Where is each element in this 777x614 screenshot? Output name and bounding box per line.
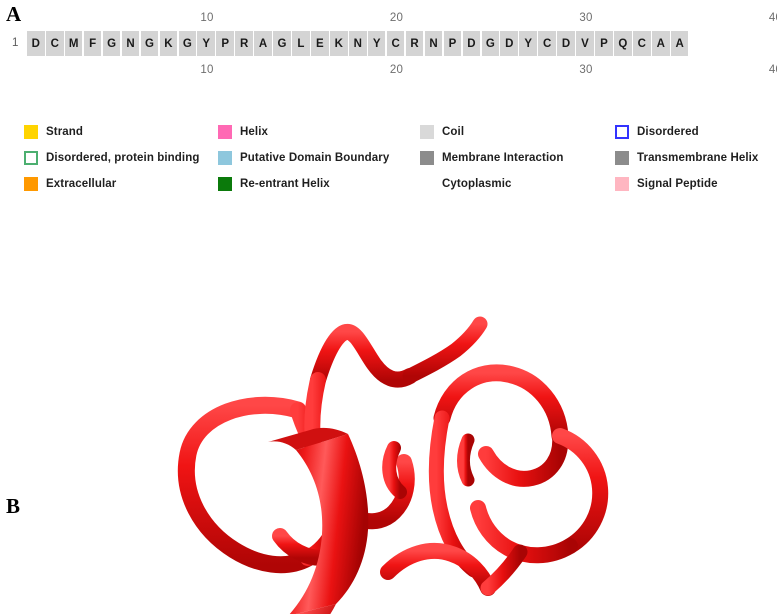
protein-ribbon-structure bbox=[177, 316, 609, 614]
ruler-tick-label: 10 bbox=[200, 64, 214, 76]
residue-cell[interactable]: N bbox=[424, 31, 443, 56]
residue-cell[interactable]: L bbox=[292, 31, 310, 56]
legend-color-swatch bbox=[615, 150, 629, 165]
legend-color-swatch bbox=[24, 150, 38, 165]
panel-b-structure-view: B bbox=[0, 258, 777, 614]
legend-item-label: Disordered bbox=[637, 125, 699, 138]
residue-cell[interactable]: R bbox=[235, 31, 253, 56]
legend-color-swatch bbox=[24, 124, 38, 139]
legend-item: Coil bbox=[420, 124, 464, 139]
legend-item-label: Membrane Interaction bbox=[442, 151, 564, 164]
residue-cell[interactable]: K bbox=[159, 31, 178, 56]
legend-item: Extracellular bbox=[24, 176, 116, 191]
residue-cell[interactable]: A bbox=[254, 31, 272, 56]
ruler-tick-label: 10 bbox=[200, 12, 214, 24]
residue-cell[interactable]: C bbox=[633, 31, 651, 56]
legend-item: Disordered bbox=[615, 124, 699, 139]
legend-color-swatch bbox=[218, 124, 232, 139]
residue-cell[interactable]: G bbox=[102, 31, 121, 56]
residue-cell[interactable]: A bbox=[651, 31, 670, 56]
legend-color-swatch bbox=[420, 124, 434, 139]
residue-cell[interactable]: C bbox=[386, 31, 405, 56]
legend-item: Re-entrant Helix bbox=[218, 176, 330, 191]
residue-cell[interactable]: C bbox=[538, 31, 556, 56]
legend-item-label: Coil bbox=[442, 125, 465, 138]
legend-item-label: Cytoplasmic bbox=[442, 177, 512, 190]
residue-cell[interactable]: Y bbox=[519, 31, 537, 56]
residue-cell[interactable]: V bbox=[576, 31, 594, 56]
legend-color-swatch bbox=[615, 124, 629, 139]
ruler-tick-label: 40 bbox=[768, 12, 777, 24]
legend-item: Strand bbox=[24, 124, 83, 139]
residue-cell[interactable]: N bbox=[121, 31, 140, 56]
legend-item: Transmembrane Helix bbox=[615, 150, 758, 165]
sequence-start-number: 1 bbox=[12, 37, 19, 49]
ruler-tick-label: 30 bbox=[579, 12, 593, 24]
legend-item: Signal Peptide bbox=[615, 176, 718, 191]
ruler-tick-label: 20 bbox=[389, 12, 404, 24]
legend-item-label: Signal Peptide bbox=[637, 177, 718, 190]
legend-color-swatch bbox=[218, 176, 232, 191]
legend-color-swatch bbox=[218, 150, 232, 165]
residue-cell[interactable]: Q bbox=[614, 31, 632, 56]
legend-item: Disordered, protein binding bbox=[24, 150, 199, 165]
ruler-tick-label: 30 bbox=[579, 64, 593, 76]
residue-cell[interactable]: P bbox=[216, 31, 234, 56]
residue-cell[interactable]: P bbox=[595, 31, 613, 56]
residue-cell[interactable]: M bbox=[64, 31, 83, 56]
legend-item: Cytoplasmic bbox=[420, 176, 511, 191]
ruler-tick-label: 20 bbox=[389, 64, 404, 76]
legend-color-swatch bbox=[615, 176, 629, 191]
residue-cell[interactable]: R bbox=[405, 31, 424, 56]
sequence-ruler-top: 10 20 30 40 bbox=[0, 12, 777, 30]
legend-item-label: Disordered, protein binding bbox=[46, 151, 200, 164]
legend-item: Helix bbox=[218, 124, 268, 139]
panel-b-label: B bbox=[6, 494, 21, 518]
legend-item-label: Extracellular bbox=[46, 177, 117, 190]
residue-cell[interactable]: E bbox=[311, 31, 329, 56]
residue-cell[interactable]: D bbox=[27, 31, 45, 56]
legend-item: Putative Domain Boundary bbox=[218, 150, 389, 165]
legend-color-swatch bbox=[24, 176, 38, 191]
residue-cell[interactable]: D bbox=[462, 31, 481, 56]
residue-cell[interactable]: P bbox=[443, 31, 462, 56]
residue-cell[interactable]: G bbox=[178, 31, 197, 56]
residue-cell[interactable]: A bbox=[670, 31, 689, 56]
residue-cell[interactable]: F bbox=[83, 31, 102, 56]
legend-item-label: Putative Domain Boundary bbox=[240, 151, 390, 164]
legend-item-label: Re-entrant Helix bbox=[240, 177, 330, 190]
legend-item-label: Transmembrane Helix bbox=[637, 151, 759, 164]
residue-cell[interactable]: G bbox=[273, 31, 291, 56]
residue-cell[interactable]: Y bbox=[197, 31, 216, 56]
residue-cell[interactable]: C bbox=[45, 31, 64, 56]
sequence-ruler-bottom: 10 20 30 40 bbox=[0, 64, 777, 82]
panel-a-sequence-viewer: A 10203040 1 DCMFGNGKGYPRAGLEKNYCRNPDGDY… bbox=[0, 0, 777, 215]
residue-cell[interactable]: D bbox=[500, 31, 519, 56]
ruler-tick-label: 40 bbox=[768, 64, 777, 76]
residue-cell[interactable]: D bbox=[557, 31, 575, 56]
residue-cell[interactable]: Y bbox=[367, 31, 386, 56]
residue-cell[interactable]: G bbox=[481, 31, 500, 56]
helix-ribbon-segment bbox=[268, 427, 369, 614]
legend-item: Membrane Interaction bbox=[420, 150, 564, 165]
legend-item-label: Strand bbox=[46, 125, 84, 138]
legend-color-swatch bbox=[420, 150, 434, 165]
residue-cell[interactable]: N bbox=[348, 31, 367, 56]
residue-cell[interactable]: G bbox=[140, 31, 159, 56]
legend-item-label: Helix bbox=[240, 125, 268, 138]
sequence-residue-track[interactable]: DCMFGNGKGYPRAGLEKNYCRNPDGDYCDVPQCAA bbox=[27, 31, 690, 56]
residue-cell[interactable]: K bbox=[330, 31, 348, 56]
